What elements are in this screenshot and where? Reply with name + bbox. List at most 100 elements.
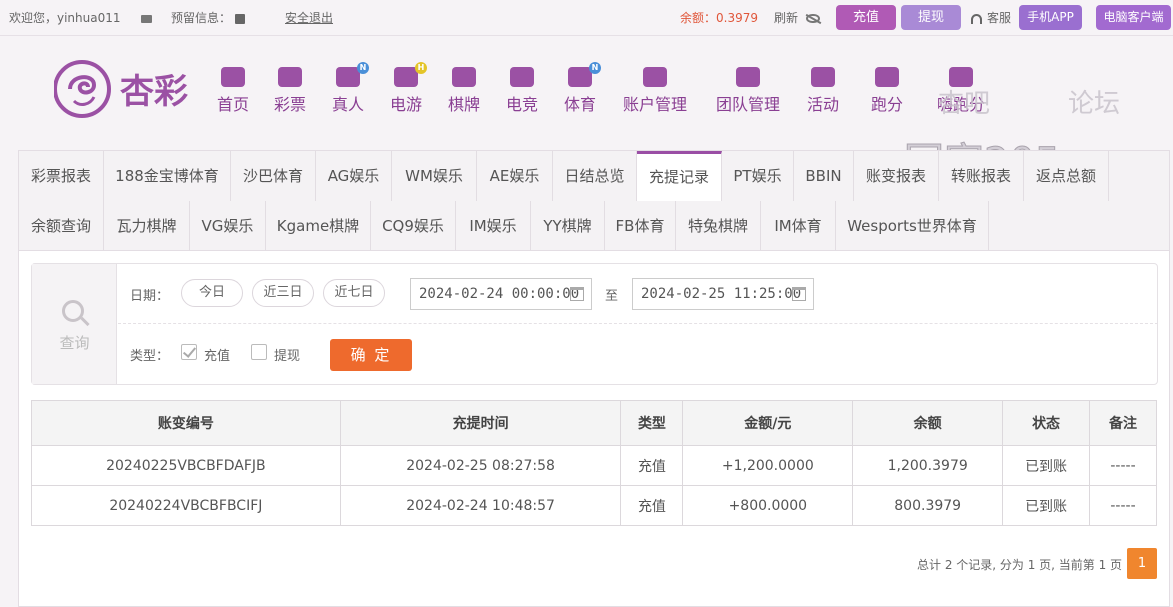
withdraw-checkbox[interactable]: [251, 344, 267, 360]
last-3-days-button[interactable]: 近三日: [252, 279, 314, 307]
tab-daily-summary[interactable]: 日结总览: [553, 151, 637, 201]
withdraw-button[interactable]: 提现: [901, 5, 961, 30]
record-amount: +1,200.0000: [682, 445, 854, 486]
col-header: 备注: [1089, 400, 1157, 446]
calendar-icon[interactable]: [792, 287, 806, 301]
tab-pt[interactable]: PT娱乐: [722, 151, 794, 201]
tab-tetu[interactable]: 特兔棋牌: [676, 201, 761, 251]
tab-wesports[interactable]: Wesports世界体育: [836, 201, 989, 251]
record-time: 2024-02-25 08:27:58: [339, 445, 622, 486]
mobile-app-button[interactable]: 手机APP: [1019, 5, 1082, 30]
tab-lottery-report[interactable]: 彩票报表: [19, 151, 104, 201]
col-header: 状态: [1002, 400, 1091, 446]
pagination-summary: 总计 2 个记录, 分为 1 页, 当前第 1 页: [917, 558, 1123, 572]
refresh-link[interactable]: 刷新: [774, 10, 798, 26]
record-time: 2024-02-24 10:48:57: [339, 485, 622, 526]
nav-live-label: 真人: [331, 95, 364, 114]
query-side[interactable]: 查询: [32, 264, 117, 384]
tab-fb[interactable]: FB体育: [605, 201, 676, 251]
record-status: 已到账: [1002, 485, 1091, 526]
recharge-button[interactable]: 充值: [836, 5, 896, 30]
logo-emblem: 杏彩: [53, 60, 188, 118]
nav-chess[interactable]: 棋牌: [446, 67, 482, 115]
hide-balance-icon[interactable]: [806, 10, 820, 26]
reserved-info-label: 预留信息：: [171, 11, 232, 25]
nav-promotions[interactable]: 活动: [805, 67, 841, 115]
nav-home-label: 首页: [216, 95, 249, 114]
tab-cq9[interactable]: CQ9娱乐: [371, 201, 456, 251]
nav-slots-label: 电游: [389, 95, 422, 114]
nav-sports[interactable]: N 体育: [562, 62, 601, 115]
nav-lottery[interactable]: 彩票: [272, 67, 308, 115]
record-balance: 800.3979: [852, 485, 1004, 526]
tab-transfer-report[interactable]: 转账报表: [939, 151, 1024, 201]
confirm-button[interactable]: 确 定: [330, 339, 412, 371]
car-icon: [875, 67, 899, 87]
start-date-value: 2024-02-24 00:00:00: [419, 286, 580, 302]
tab-vg[interactable]: VG娱乐: [190, 201, 266, 251]
tab-yy[interactable]: YY棋牌: [531, 201, 605, 251]
main-panel: 彩票报表 188金宝博体育 沙巴体育 AG娱乐 WM娱乐 AE娱乐 日结总览 充…: [18, 150, 1170, 607]
calendar-icon[interactable]: [570, 287, 584, 301]
withdraw-checkbox-label: 提现: [274, 349, 301, 364]
hot-badge: H: [415, 62, 427, 74]
tab-kgame[interactable]: Kgame棋牌: [266, 201, 371, 251]
query-box: 查询 日期： 今日 近三日 近七日 2024-02-24 00:00:00 至 …: [31, 263, 1158, 385]
page-button-current[interactable]: 1: [1127, 548, 1157, 579]
tab-saba[interactable]: 沙巴体育: [231, 151, 316, 201]
search-icon: [62, 300, 84, 322]
end-date-input[interactable]: 2024-02-25 11:25:00: [632, 278, 814, 310]
today-button[interactable]: 今日: [181, 279, 243, 307]
tab-ag[interactable]: AG娱乐: [316, 151, 392, 201]
site-logo[interactable]: 杏彩: [53, 59, 204, 119]
report-tabs: 彩票报表 188金宝博体育 沙巴体育 AG娱乐 WM娱乐 AE娱乐 日结总览 充…: [19, 151, 1169, 251]
cards-icon: [452, 67, 476, 87]
table-header-row: 账变编号 充提时间 类型 金额/元 余额 状态 备注: [31, 400, 1157, 446]
mail-icon[interactable]: [141, 10, 152, 26]
nav-sports-label: 体育: [563, 95, 596, 114]
records-table: 账变编号 充提时间 类型 金额/元 余额 状态 备注 20240225VBCBF…: [31, 400, 1157, 526]
query-label: 查询: [59, 334, 90, 352]
tab-change-report[interactable]: 账变报表: [854, 151, 939, 201]
customer-service-link[interactable]: 客服: [987, 10, 1011, 26]
col-header: 金额/元: [682, 400, 854, 446]
nav-home[interactable]: 首页: [215, 67, 251, 115]
nav-account[interactable]: 账户管理: [620, 67, 690, 115]
record-id: 20240224VBCBFBCIFJ: [31, 485, 341, 526]
record-amount: +800.0000: [682, 485, 854, 526]
new-badge: N: [589, 62, 601, 74]
record-note: -----: [1089, 485, 1157, 526]
watermark-line2: 论坛: [1068, 89, 1120, 119]
tab-bbin[interactable]: BBIN: [794, 151, 854, 201]
welcome-text: 欢迎您，yinhua011: [9, 11, 121, 25]
nav-live[interactable]: N 真人: [330, 62, 369, 115]
tab-im-casino[interactable]: IM娱乐: [456, 201, 531, 251]
last-7-days-button[interactable]: 近七日: [323, 279, 385, 307]
nav-esports[interactable]: 电竞: [504, 67, 540, 115]
record-id: 20240225VBCBFDAFJB: [31, 445, 341, 486]
nav-slots[interactable]: H 电游: [388, 62, 427, 115]
tab-ae[interactable]: AE娱乐: [477, 151, 553, 201]
pc-client-button[interactable]: 电脑客户端: [1096, 5, 1171, 30]
headset-icon[interactable]: [971, 10, 982, 26]
tab-deposit-withdraw[interactable]: 充提记录: [637, 151, 722, 201]
edit-icon[interactable]: [235, 10, 245, 26]
start-date-input[interactable]: 2024-02-24 00:00:00: [410, 278, 592, 310]
nav-team[interactable]: 团队管理: [713, 67, 783, 115]
type-row: 类型： 充值 提现 确 定: [118, 324, 1158, 384]
tab-wali[interactable]: 瓦力棋牌: [104, 201, 190, 251]
tab-im-sports[interactable]: IM体育: [761, 201, 836, 251]
logo-text: 杏彩: [120, 72, 188, 112]
nav-promotions-label: 活动: [806, 95, 839, 114]
logout-link[interactable]: 安全退出: [285, 10, 333, 26]
tab-wm[interactable]: WM娱乐: [392, 151, 477, 201]
record-balance: 1,200.3979: [852, 445, 1004, 486]
recharge-checkbox[interactable]: [181, 344, 197, 360]
tab-balance-query[interactable]: 余额查询: [19, 201, 104, 251]
yen-icon: [643, 67, 667, 87]
type-label: 类型：: [130, 349, 170, 364]
team-icon: [736, 67, 760, 87]
tab-188bet[interactable]: 188金宝博体育: [104, 151, 231, 201]
trophy-icon: N: [568, 62, 601, 87]
tab-rebate-total[interactable]: 返点总额: [1024, 151, 1109, 201]
